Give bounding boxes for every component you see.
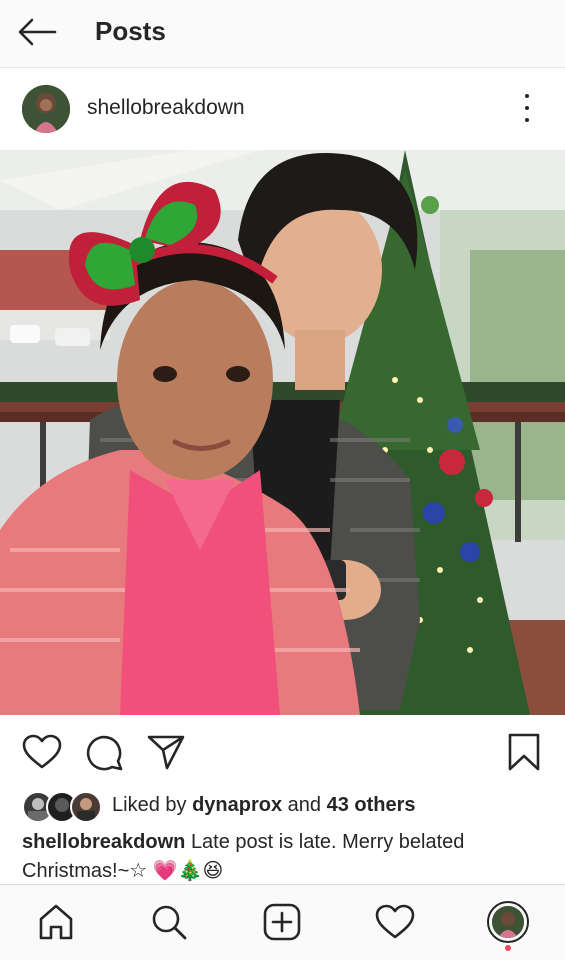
heart-icon	[375, 904, 415, 939]
back-button[interactable]	[14, 12, 60, 52]
comment-icon	[86, 735, 123, 771]
liked-by-prefix: Liked by	[112, 793, 187, 816]
comment-button[interactable]	[82, 730, 126, 774]
more-dot	[525, 106, 529, 110]
post-username[interactable]: shellobreakdown	[87, 96, 245, 120]
plus-square-icon	[263, 903, 301, 941]
bottom-navigation	[0, 884, 565, 960]
post-photo[interactable]	[0, 150, 565, 715]
heart-icon	[22, 734, 62, 769]
send-icon	[147, 735, 185, 770]
post-caption: shellobreakdown Late post is late. Merry…	[22, 828, 542, 886]
page-title: Posts	[95, 16, 166, 46]
liker-avatar	[70, 791, 102, 823]
notification-dot	[505, 945, 511, 951]
photo-illustration	[0, 150, 565, 715]
top-bar: Posts	[0, 0, 565, 68]
search-icon	[152, 905, 187, 940]
likes-summary[interactable]: Liked by dynaprox and 43 others	[22, 788, 416, 823]
instagram-post-page: Posts shellobreakdown Liked by dynaprox …	[0, 0, 565, 960]
arrow-left-icon	[18, 18, 57, 46]
liked-by-others[interactable]: 43 others	[327, 794, 416, 816]
nav-search[interactable]	[146, 899, 192, 945]
bookmark-icon	[508, 733, 540, 771]
more-options-button[interactable]	[514, 90, 540, 126]
profile-avatar	[492, 906, 524, 938]
nav-home[interactable]	[33, 899, 79, 945]
post-header: shellobreakdown	[0, 68, 565, 150]
nav-new-post[interactable]	[259, 899, 305, 945]
avatar[interactable]	[22, 85, 70, 133]
home-icon	[39, 904, 73, 940]
caption-emojis: 💗🎄😆	[152, 860, 224, 882]
liked-by-user[interactable]: dynaprox	[192, 794, 282, 816]
liked-by-text: Liked by dynaprox and 43 others	[112, 794, 416, 817]
profile-avatar-ring	[487, 901, 529, 943]
nav-activity[interactable]	[372, 899, 418, 945]
post-actions	[0, 718, 565, 788]
nav-profile[interactable]	[485, 899, 531, 951]
more-dot	[525, 118, 529, 122]
like-button[interactable]	[20, 730, 64, 774]
caption-username[interactable]: shellobreakdown	[22, 831, 185, 853]
share-button[interactable]	[144, 730, 188, 774]
liked-by-connector: and	[287, 793, 322, 816]
save-button[interactable]	[502, 730, 546, 774]
more-vertical-icon	[525, 94, 529, 98]
liker-avatars	[22, 790, 102, 823]
